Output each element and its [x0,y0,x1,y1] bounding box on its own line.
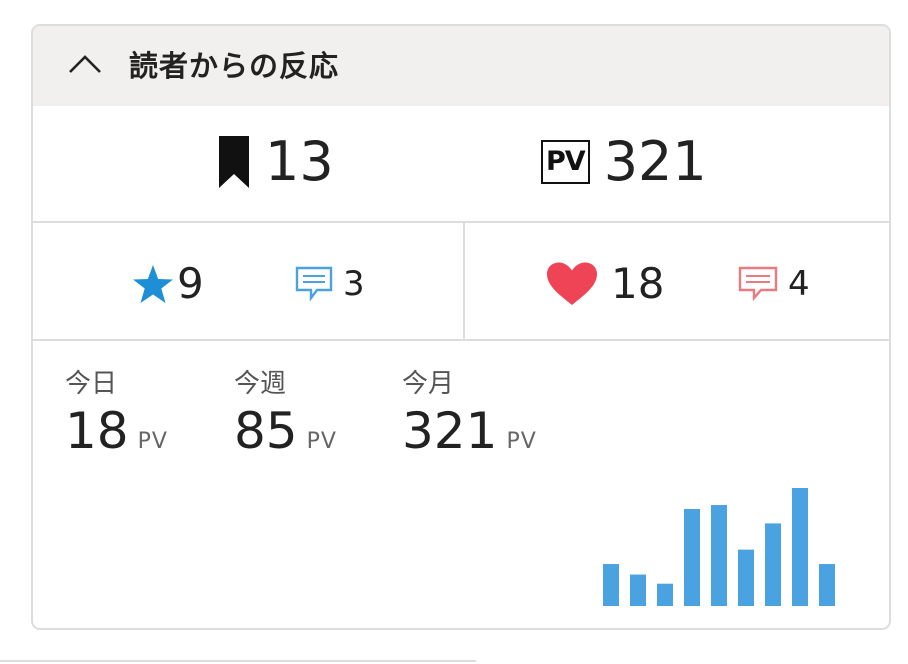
reader-reactions-card: 読者からの反応 13 PV 321 9 3 18 4 今日 18 PV 今週 8… [31,24,891,630]
chart-bar [630,574,646,606]
divider [0,660,476,662]
period-value: 18 [65,402,129,460]
comment-icon [738,266,778,302]
period-value: 85 [234,402,298,460]
chart-bar [819,564,835,606]
chart-bar [657,583,673,606]
chart-bar [603,564,619,606]
period-unit: PV [306,429,337,454]
star-comment-count-value: 3 [343,264,365,304]
chart-bar [738,549,754,606]
chart-bar [684,508,700,606]
period-unit: PV [506,429,537,454]
pageview-bar-chart [603,488,835,606]
pageview-total-value: 321 [603,130,707,193]
period-value: 321 [402,402,498,460]
period-month: 今月 321 PV [402,368,537,460]
period-label: 今日 [65,369,118,399]
star-comment-count[interactable]: 3 [295,264,365,304]
divider [33,339,889,341]
card-title: 読者からの反応 [129,49,340,83]
heart-count-value: 18 [611,259,665,308]
period-label: 今週 [234,369,287,399]
period-week: 今週 85 PV [234,368,337,460]
star-icon [133,265,173,303]
heart-comment-count-value: 4 [788,264,810,304]
chart-bar [792,488,808,606]
divider [463,223,465,339]
heart-comment-count[interactable]: 4 [738,264,810,304]
divider [33,221,889,223]
card-header[interactable]: 読者からの反応 [33,26,889,106]
star-count[interactable]: 9 [131,260,204,308]
period-unit: PV [137,429,168,454]
chart-bar [711,505,727,606]
pageview-total: PV 321 [541,132,707,192]
bookmark-count[interactable]: 13 [217,132,334,192]
period-label: 今月 [402,369,455,399]
chart-bar [765,523,781,606]
heart-count[interactable]: 18 [545,260,664,308]
bookmark-count-value: 13 [265,130,334,193]
pv-icon: PV [541,140,590,184]
bookmark-icon [219,136,249,188]
period-today: 今日 18 PV [65,368,168,460]
comment-icon [295,266,333,302]
heart-icon [547,262,597,305]
chevron-up-icon[interactable] [67,50,103,80]
star-count-value: 9 [177,259,204,308]
